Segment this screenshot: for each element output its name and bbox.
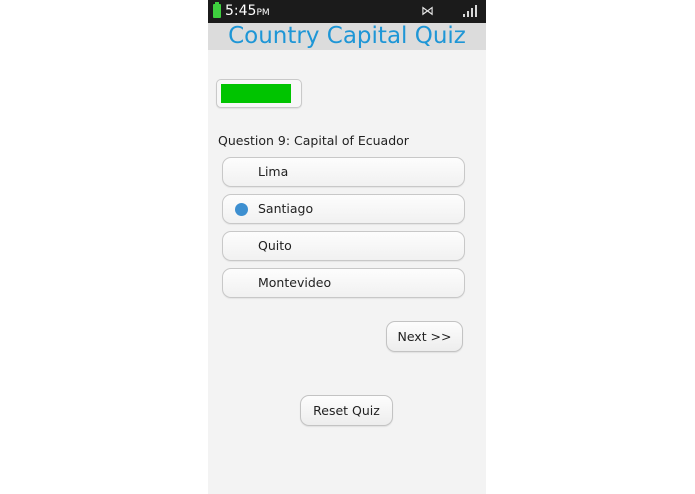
quiz-progress-fill (221, 84, 291, 103)
quiz-progress-bar (216, 79, 302, 108)
phone-screen: 5:45PM ⋈ Country Capital Quiz Question 9… (208, 0, 486, 494)
radio-indicator (235, 277, 248, 290)
option-label: Montevideo (258, 275, 332, 290)
clock-time: 5:45 (225, 3, 257, 19)
question-number: Question 9: (218, 133, 291, 148)
question-text: Question 9: Capital of Ecuador (218, 133, 409, 148)
option-lima[interactable]: Lima (222, 157, 465, 187)
option-santiago[interactable]: Santiago (222, 194, 465, 224)
next-button[interactable]: Next >> (386, 321, 463, 352)
option-label: Lima (258, 164, 289, 179)
bluetooth-icon: ⋈ (421, 4, 434, 19)
option-montevideo[interactable]: Montevideo (222, 268, 465, 298)
battery-icon (213, 2, 221, 18)
question-prompt: Capital of Ecuador (294, 133, 409, 148)
app-title: Country Capital Quiz (228, 23, 466, 49)
radio-indicator (235, 166, 248, 179)
status-clock: 5:45PM (225, 3, 270, 19)
option-label: Santiago (258, 201, 314, 216)
reset-quiz-button[interactable]: Reset Quiz (300, 395, 393, 426)
option-label: Quito (258, 238, 292, 253)
radio-indicator (235, 240, 248, 253)
clock-ampm: PM (256, 8, 270, 18)
option-quito[interactable]: Quito (222, 231, 465, 261)
status-bar: 5:45PM ⋈ (208, 0, 486, 23)
title-bar: Country Capital Quiz (208, 23, 486, 50)
radio-indicator (235, 203, 248, 216)
signal-icon (463, 5, 477, 17)
